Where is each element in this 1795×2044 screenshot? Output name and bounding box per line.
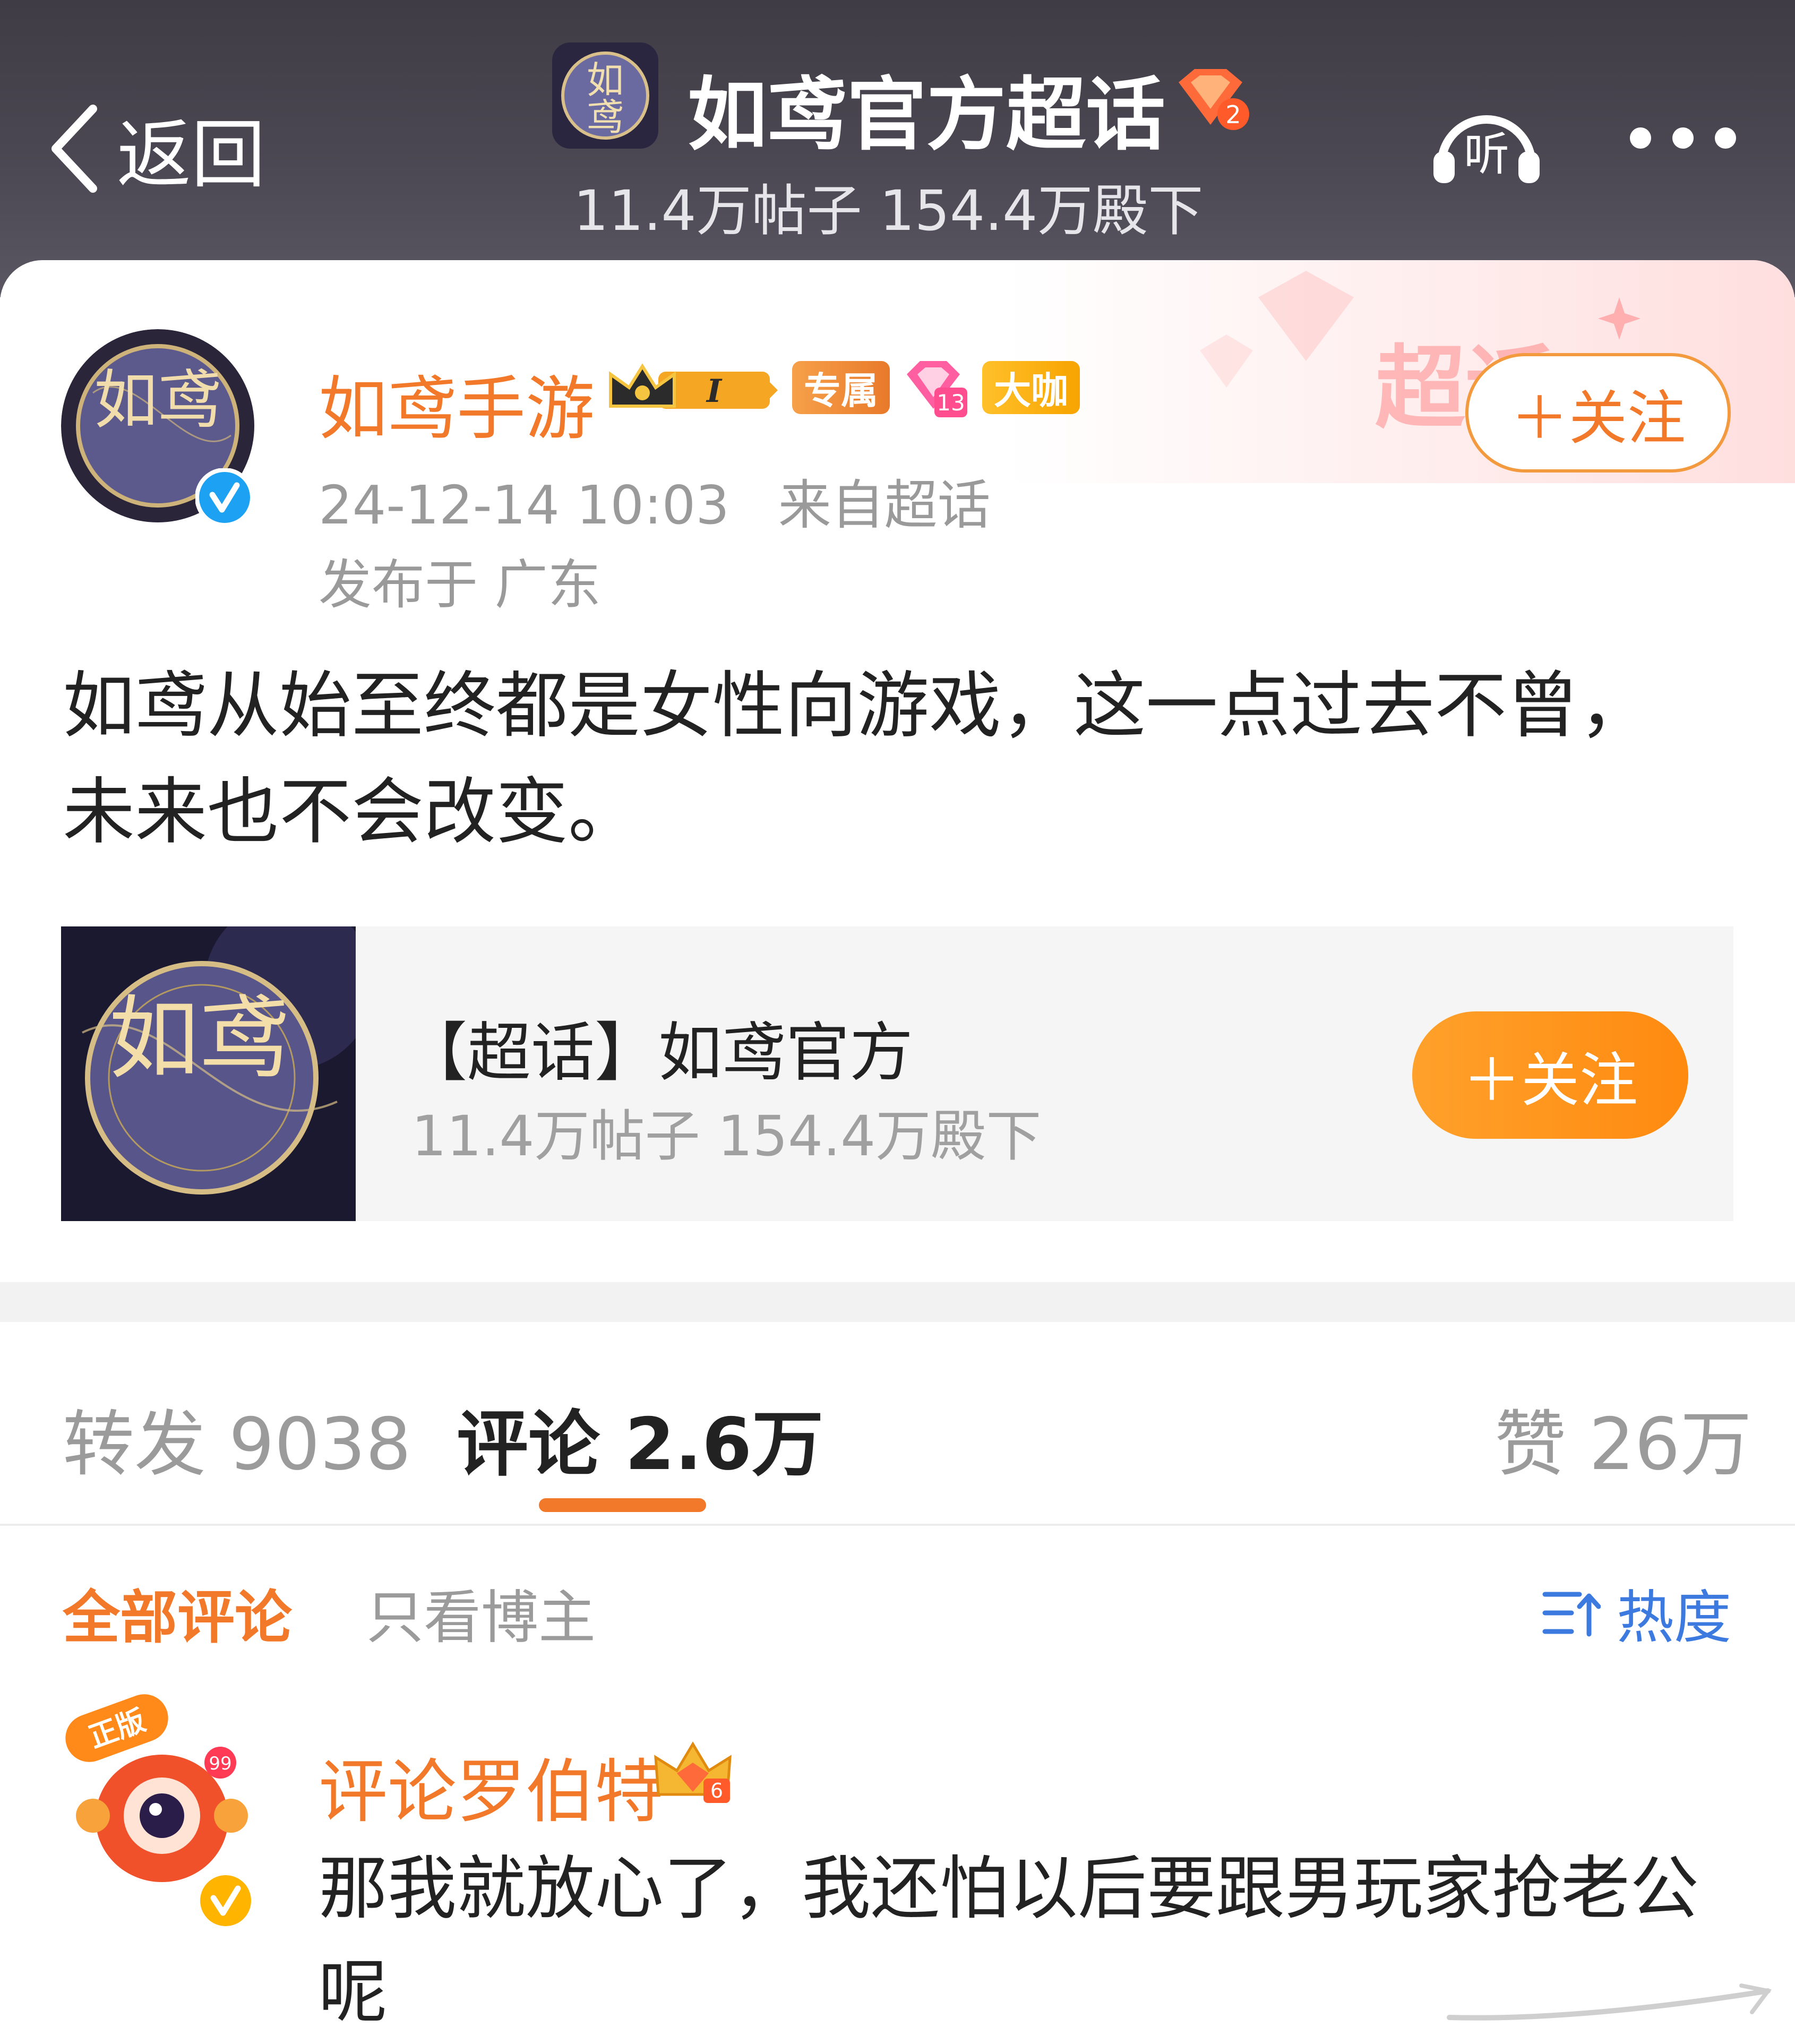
filter-all-comments[interactable]: 全部评论 bbox=[63, 1571, 292, 1654]
topic-card-title: 【超话】如鸢官方 bbox=[403, 1016, 913, 1090]
topic-stats: 11.4万帖子 154.4万殿下 bbox=[573, 178, 1204, 243]
svg-text:99: 99 bbox=[209, 1753, 231, 1774]
svg-text:6: 6 bbox=[710, 1779, 723, 1802]
diamond-level-badge-icon: 13 bbox=[907, 361, 967, 417]
commenter-verified-icon bbox=[196, 1871, 255, 1930]
more-options-button[interactable] bbox=[1630, 127, 1736, 149]
svg-text:13: 13 bbox=[937, 390, 965, 416]
author-name[interactable]: 如鸢手游 bbox=[319, 353, 595, 453]
svg-text:2: 2 bbox=[1225, 100, 1241, 129]
tabs-divider bbox=[0, 1524, 1795, 1526]
dot-icon bbox=[1630, 127, 1651, 149]
section-divider bbox=[0, 1282, 1795, 1322]
tab-repost[interactable]: 转发 9038 bbox=[63, 1386, 411, 1490]
commenter-name[interactable]: 评论罗伯特 bbox=[319, 1736, 664, 1836]
tab-comment[interactable]: 评论 2.6万 bbox=[457, 1386, 823, 1490]
svg-text:鸢: 鸢 bbox=[587, 96, 624, 139]
listen-button[interactable]: 听 bbox=[1428, 96, 1545, 188]
post-meta: 24-12-14 10:03 来自超话 bbox=[319, 462, 991, 539]
vip-badge: 大咖 bbox=[982, 361, 1080, 414]
sort-icon bbox=[1542, 1592, 1601, 1637]
topic-icon[interactable]: 如 鸢 bbox=[552, 42, 658, 149]
commenter-crown-badge-icon: 6 bbox=[650, 1736, 735, 1807]
watermark-icon bbox=[1444, 1970, 1784, 2033]
active-tab-indicator bbox=[539, 1498, 706, 1512]
topic-card-stats: 11.4万帖子 154.4万殿下 bbox=[411, 1104, 1042, 1169]
headphones-icon: 听 bbox=[1433, 115, 1540, 183]
author-badges: I 专属 13 大咖 bbox=[605, 356, 1080, 419]
post-body: 如鸢从始至终都是女性向游戏，这一点过去不曾，未来也不会改变。 bbox=[63, 664, 1651, 854]
back-label: 返回 bbox=[117, 112, 266, 199]
follow-author-button[interactable]: ＋关注 bbox=[1465, 353, 1731, 473]
topic-title: 如鸢官方超话 bbox=[688, 69, 1166, 161]
svg-text:如鸢: 如鸢 bbox=[94, 364, 221, 437]
topic-level-badge-icon: 2 bbox=[1171, 64, 1250, 135]
svg-text:听: 听 bbox=[1464, 128, 1509, 181]
sort-label: 热度 bbox=[1617, 1585, 1732, 1651]
back-button[interactable]: 返回 bbox=[48, 96, 265, 202]
post-time: 24-12-14 10:03 bbox=[319, 474, 729, 536]
topic-card-image[interactable]: 如鸢 bbox=[61, 926, 356, 1221]
tab-like[interactable]: 赞 26万 bbox=[1495, 1386, 1752, 1490]
filter-author-only[interactable]: 只看博主 bbox=[366, 1571, 596, 1654]
svg-text:如鸢: 如鸢 bbox=[109, 986, 289, 1092]
verified-badge-icon bbox=[195, 468, 254, 527]
sort-button[interactable]: 热度 bbox=[1542, 1571, 1731, 1654]
post-source: 来自超话 bbox=[778, 474, 991, 536]
chevron-left-icon bbox=[51, 105, 97, 193]
crown-rank-badge-icon: I bbox=[609, 363, 778, 410]
dot-icon bbox=[1715, 127, 1736, 149]
exclusive-badge: 专属 bbox=[792, 361, 890, 414]
follow-topic-button[interactable]: ＋关注 bbox=[1412, 1011, 1688, 1139]
post-location: 发布于 广东 bbox=[319, 554, 601, 616]
svg-text:I: I bbox=[706, 373, 723, 410]
dot-icon bbox=[1672, 127, 1694, 149]
